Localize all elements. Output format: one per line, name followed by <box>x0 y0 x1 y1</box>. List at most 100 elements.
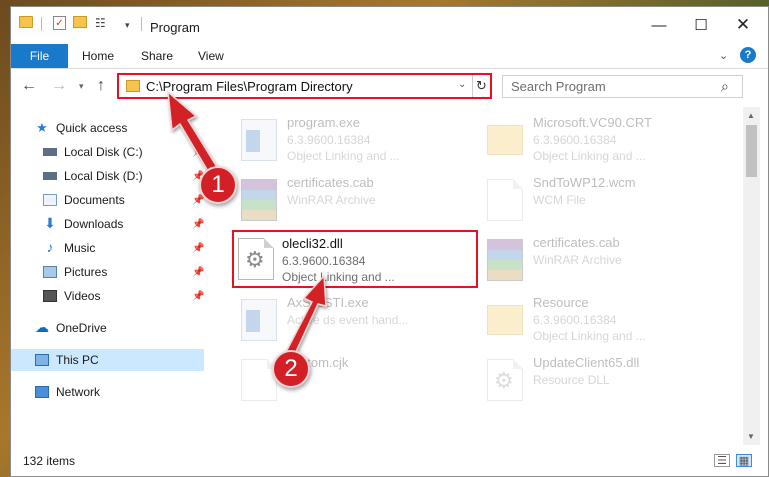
search-box[interactable]: ⌕ <box>502 75 743 98</box>
window-title: Program <box>150 20 200 35</box>
pin-icon[interactable]: 📌 <box>192 267 204 278</box>
tab-file[interactable]: File <box>11 44 68 68</box>
folder-icon <box>487 305 523 335</box>
vertical-scrollbar[interactable]: ▲ ▼ <box>743 107 760 445</box>
callout-badge-1: 1 <box>199 166 237 204</box>
file-name: SndToWP12.wcm <box>533 175 636 190</box>
expand-ribbon-chevron-icon[interactable]: ⌄ <box>719 49 728 62</box>
properties-check-icon[interactable]: ✓ <box>53 16 66 30</box>
customize-toolbar-chevron-icon[interactable]: ▾ <box>125 16 130 34</box>
sidebar-item-this-pc[interactable]: This PC <box>11 349 204 371</box>
tab-share[interactable]: Share <box>141 49 173 63</box>
minimize-button[interactable]: — <box>639 13 679 37</box>
file-item[interactable]: Microsoft.VC90.CRT 6.3.9600.16384 Object… <box>479 113 719 169</box>
refresh-icon[interactable]: ↻ <box>472 75 490 97</box>
file-item[interactable]: ⚙ UpdateClient65.dll Resource DLL <box>479 353 719 409</box>
sidebar-item-local-disk-d[interactable]: Local Disk (D:) 📌 <box>11 165 204 187</box>
computer-icon <box>35 354 49 366</box>
sidebar-item-videos[interactable]: Videos 📌 <box>11 285 204 307</box>
file-item[interactable]: AxSysSTI.exe Active ds event hand... <box>233 293 473 349</box>
pictures-icon <box>43 266 57 278</box>
sidebar-item-label: Quick access <box>56 121 128 135</box>
sidebar-item-label: This PC <box>56 353 99 367</box>
scroll-up-icon[interactable]: ▲ <box>747 111 755 120</box>
sidebar-item-documents[interactable]: Documents 📌 <box>11 189 204 211</box>
file-type: Object Linking and ... <box>282 270 395 284</box>
address-path[interactable]: C:\Program Files\Program Directory <box>146 79 353 94</box>
file-item[interactable]: Resource 6.3.9600.16384 Object Linking a… <box>479 293 719 349</box>
pin-icon[interactable]: 📌 <box>192 147 204 158</box>
file-item[interactable]: program.exe 6.3.9600.16384 Object Linkin… <box>233 113 473 169</box>
videos-icon <box>43 290 57 302</box>
recent-locations-chevron-icon[interactable]: ▾ <box>79 81 84 92</box>
drive-icon <box>43 148 57 156</box>
sidebar-item-label: Network <box>56 385 101 399</box>
file-item[interactable]: certificates.cab WinRAR Archive <box>233 173 473 229</box>
back-arrow-icon[interactable]: ← <box>21 77 37 95</box>
maximize-button[interactable]: ☐ <box>681 13 721 37</box>
divider <box>141 17 142 31</box>
navigation-bar: ← → ▾ ↑ C:\Program Files\Program Directo… <box>11 69 768 103</box>
large-icons-view-icon[interactable]: ▦ <box>736 454 752 467</box>
address-bar[interactable]: C:\Program Files\Program Directory ⌄ ↻ <box>117 73 492 99</box>
sidebar-item-network[interactable]: Network <box>11 381 204 403</box>
file-type: Active ds event hand... <box>287 313 409 327</box>
exe-icon <box>241 119 277 161</box>
dll-gear-icon: ⚙ <box>238 238 274 280</box>
music-icon: ♪ <box>46 239 54 255</box>
file-type: WCM File <box>533 193 586 207</box>
file-explorer-window: ✓ ☷ ▾ Program — ☐ ✕ File Home Share View… <box>10 6 769 477</box>
pin-icon[interactable]: 📌 <box>192 219 204 230</box>
pin-icon[interactable]: 📌 <box>192 243 204 254</box>
file-name: Microsoft.VC90.CRT <box>533 115 652 130</box>
help-button[interactable]: ? <box>740 47 756 63</box>
sidebar-item-onedrive[interactable]: ☁ OneDrive <box>11 317 204 339</box>
file-type: WinRAR Archive <box>287 193 376 207</box>
sidebar-item-downloads[interactable]: ⬇ Downloads 📌 <box>11 213 204 235</box>
sidebar-item-music[interactable]: ♪ Music 📌 <box>11 237 205 259</box>
tab-home[interactable]: Home <box>82 49 114 63</box>
file-type: Object Linking and ... <box>287 149 400 163</box>
star-icon: ★ <box>36 120 48 135</box>
sidebar-item-label: Videos <box>64 289 101 303</box>
scroll-down-icon[interactable]: ▼ <box>747 432 755 441</box>
file-item[interactable]: certificates.cab WinRAR Archive <box>479 233 719 289</box>
file-item[interactable]: custom.cjk <box>233 353 473 409</box>
archive-icon <box>487 239 523 281</box>
documents-icon <box>43 194 57 206</box>
view-options-icon[interactable]: ☷ <box>95 16 111 30</box>
ribbon: File Home Share View ⌄ ? <box>11 43 768 69</box>
file-name: AxSysSTI.exe <box>287 295 369 310</box>
file-type: WinRAR Archive <box>533 253 622 267</box>
sidebar-item-quick-access[interactable]: ★ Quick access <box>11 117 204 139</box>
file-item[interactable]: SndToWP12.wcm WCM File <box>479 173 719 229</box>
close-button[interactable]: ✕ <box>723 13 763 37</box>
folder-icon <box>19 16 33 28</box>
search-input[interactable] <box>511 79 716 94</box>
sidebar-item-label: Documents <box>64 193 125 207</box>
archive-icon <box>241 179 277 221</box>
address-history-chevron-icon[interactable]: ⌄ <box>458 79 466 90</box>
item-count: 132 items <box>23 454 76 468</box>
file-item-olecli32-dll[interactable]: ⚙ olecli32.dll 6.3.9600.16384 Object Lin… <box>232 230 478 288</box>
sidebar-item-pictures[interactable]: Pictures 📌 <box>11 261 204 283</box>
sidebar-item-label: Downloads <box>64 217 124 231</box>
search-icon[interactable]: ⌕ <box>721 78 729 95</box>
new-folder-icon[interactable] <box>73 16 87 28</box>
sidebar-item-label: Music <box>64 241 96 255</box>
pin-icon[interactable]: 📌 <box>192 291 204 302</box>
file-type: Object Linking and ... <box>533 149 646 163</box>
tab-view[interactable]: View <box>198 49 224 63</box>
file-name: certificates.cab <box>287 175 374 190</box>
up-arrow-icon[interactable]: ↑ <box>97 77 105 95</box>
forward-arrow-icon[interactable]: → <box>51 77 67 95</box>
sidebar-item-label: OneDrive <box>56 321 107 335</box>
sidebar-item-local-disk-c[interactable]: Local Disk (C:) 📌 <box>11 141 204 163</box>
file-version: 6.3.9600.16384 <box>282 254 366 268</box>
navigation-pane: ★ Quick access Local Disk (C:) 📌 Local D… <box>11 107 204 445</box>
download-icon: ⬇ <box>44 214 56 231</box>
details-view-icon[interactable]: ☰ <box>714 454 730 467</box>
status-bar: 132 items ☰ ▦ <box>11 445 768 477</box>
dll-gear-icon: ⚙ <box>487 359 523 401</box>
scroll-thumb[interactable] <box>746 125 757 177</box>
